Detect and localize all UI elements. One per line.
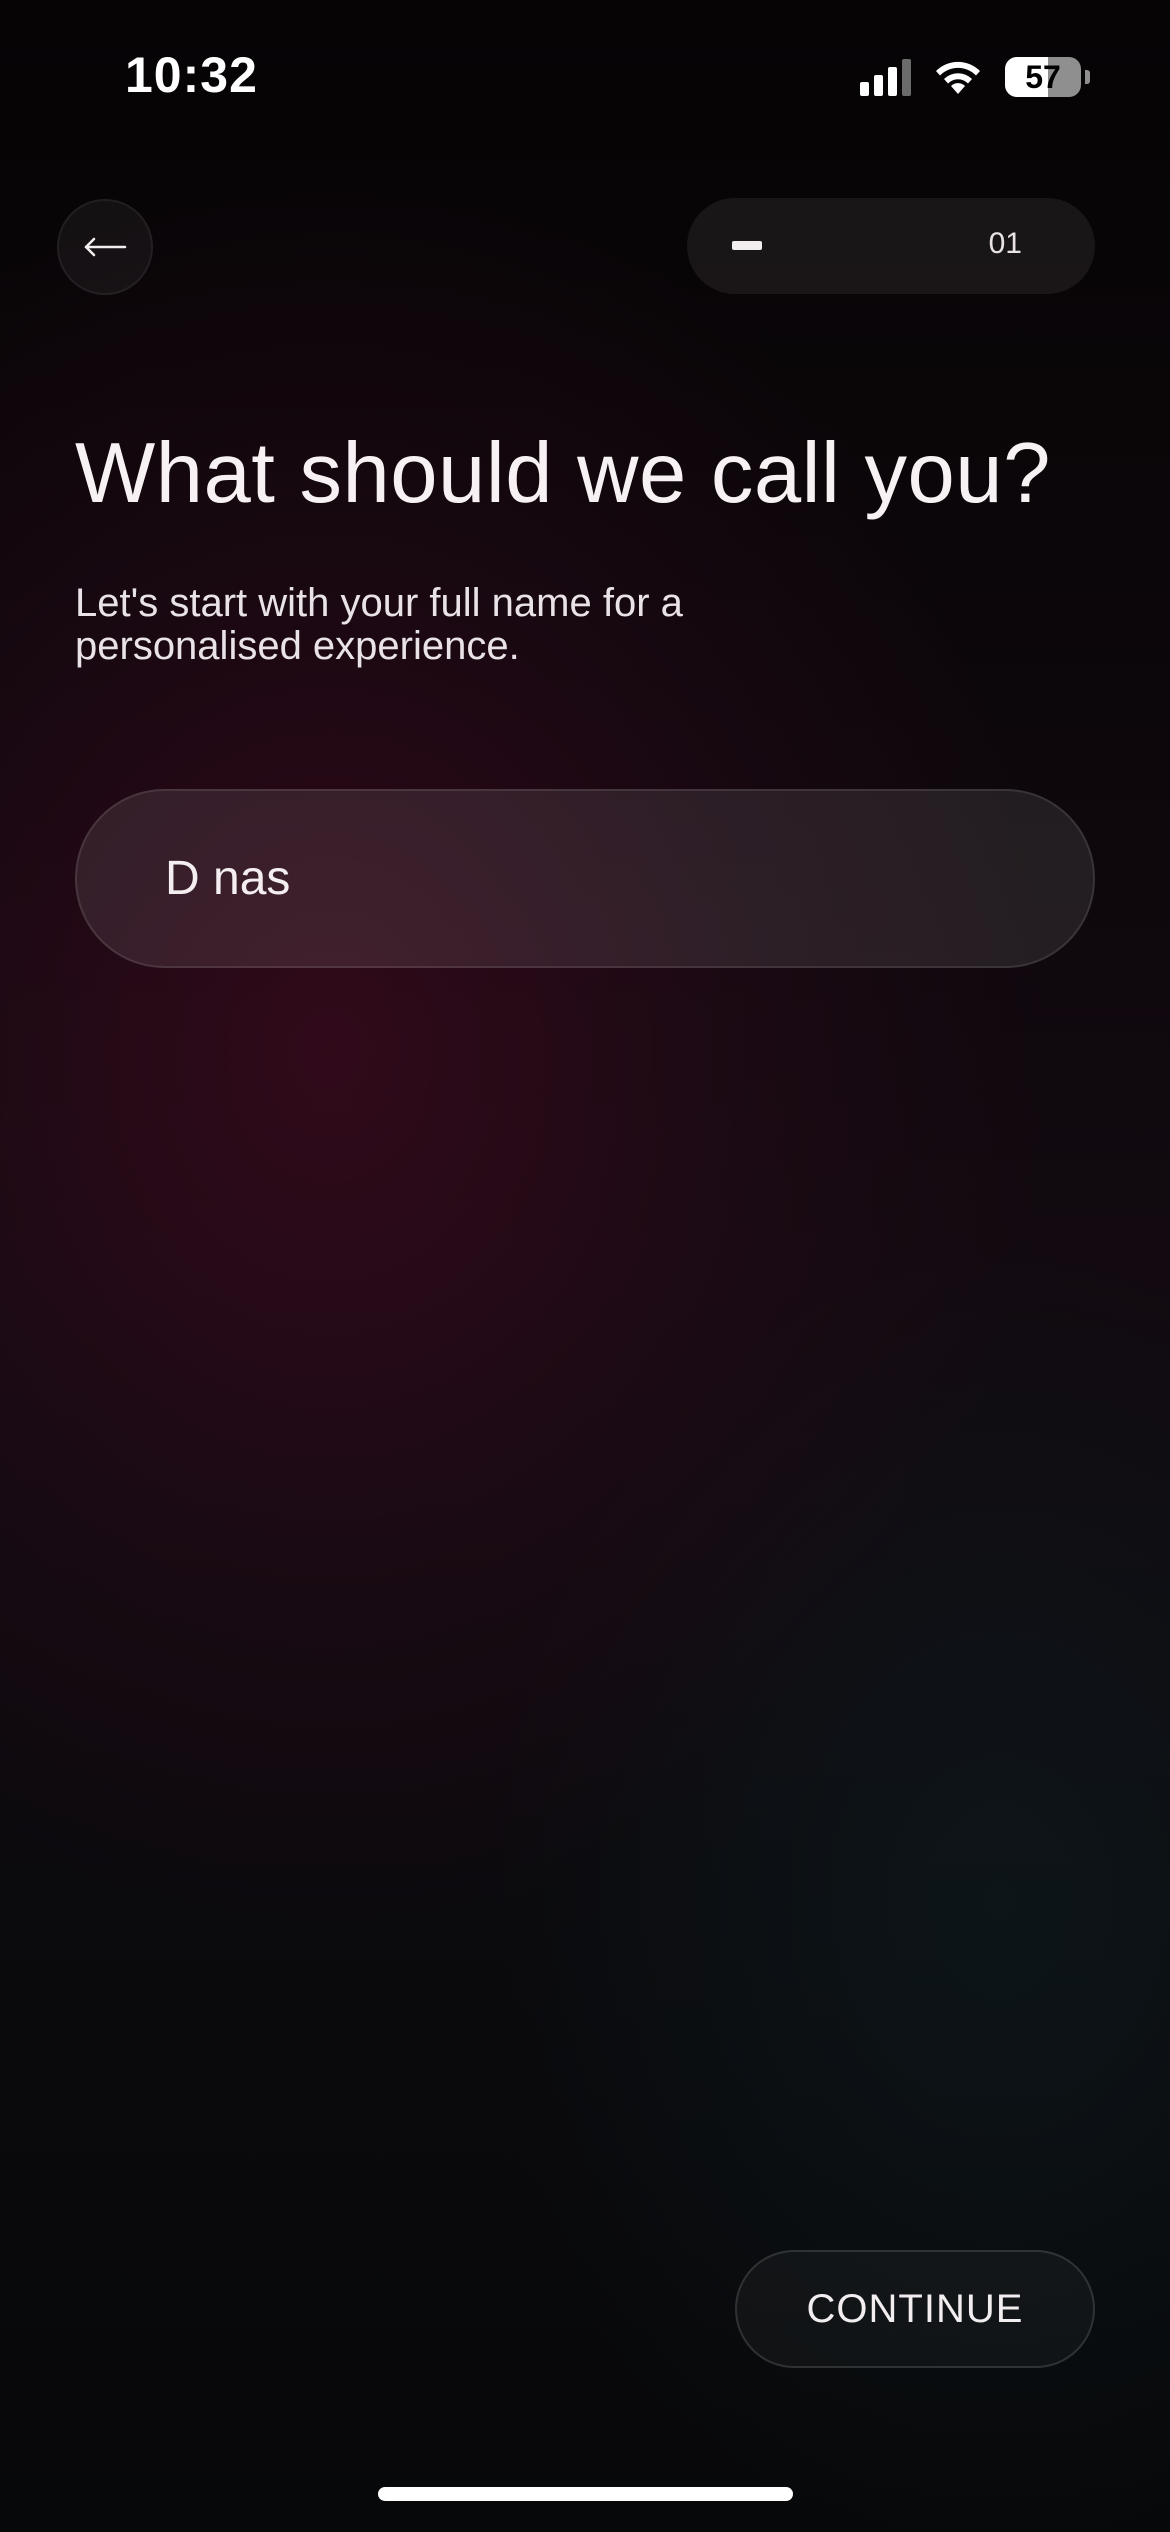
full-name-field[interactable] bbox=[75, 789, 1095, 968]
page-title: What should we call you? bbox=[75, 426, 1051, 521]
onboarding-screen: 10:32 57 01 What should we call you? Let… bbox=[0, 0, 1170, 2532]
full-name-input[interactable] bbox=[165, 791, 1045, 966]
page-subtitle: Let's start with your full name for a pe… bbox=[75, 581, 683, 668]
back-button[interactable] bbox=[57, 199, 153, 295]
battery-tip bbox=[1085, 70, 1090, 84]
battery-icon: 57 bbox=[1005, 57, 1081, 97]
status-time: 10:32 bbox=[125, 47, 258, 103]
step-number: 01 bbox=[988, 227, 1022, 260]
status-icons: 57 bbox=[860, 56, 1090, 98]
home-indicator[interactable] bbox=[378, 2487, 793, 2501]
cellular-signal-icon bbox=[860, 58, 911, 96]
arrow-left-icon bbox=[84, 237, 127, 257]
step-indicator: 01 bbox=[687, 198, 1095, 294]
continue-button[interactable]: CONTINUE bbox=[735, 2250, 1095, 2368]
status-bar: 10:32 57 bbox=[0, 0, 1170, 150]
battery-level: 57 bbox=[1025, 58, 1061, 95]
step-progress-bar bbox=[732, 241, 762, 250]
wifi-icon bbox=[936, 61, 980, 94]
